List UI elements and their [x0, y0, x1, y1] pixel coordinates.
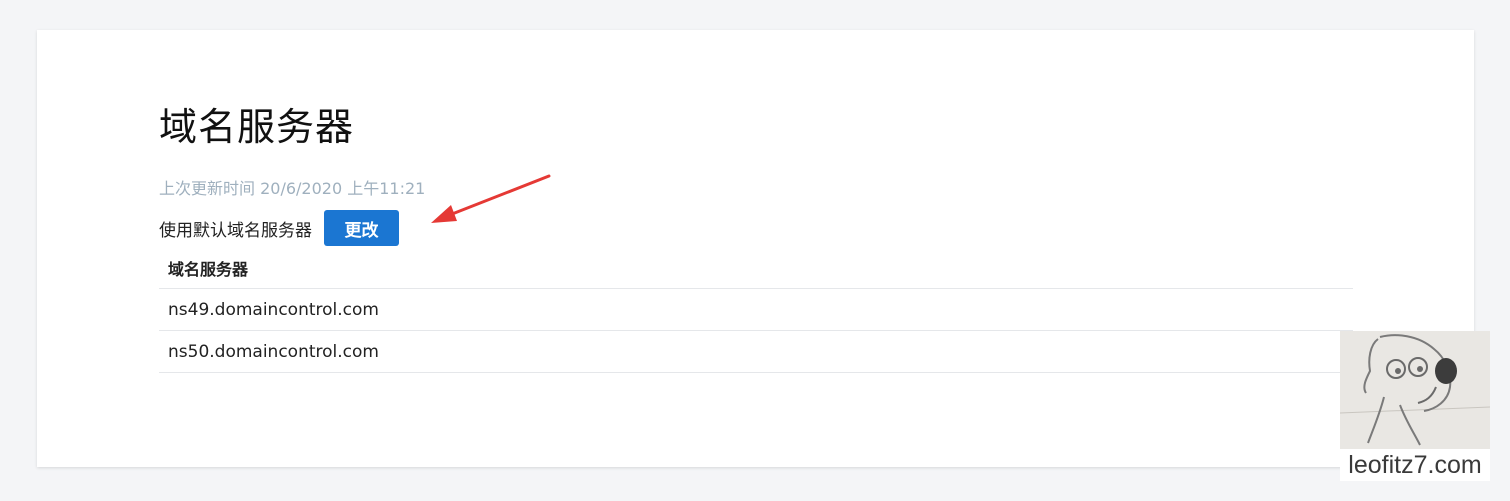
- page-title: 域名服务器: [159, 105, 355, 149]
- nameservers-card: 域名服务器 上次更新时间 20/6/2020 上午11:21 使用默认域名服务器…: [37, 30, 1474, 467]
- table-row: ns50.domaincontrol.com: [159, 330, 1353, 373]
- watermark: leofitz7.com: [1340, 331, 1490, 481]
- default-nameserver-label: 使用默认域名服务器: [159, 220, 312, 241]
- table-header-nameserver: 域名服务器: [159, 248, 1353, 289]
- watermark-text: leofitz7.com: [1340, 449, 1490, 481]
- nameserver-table: 域名服务器 ns49.domaincontrol.com ns50.domain…: [159, 248, 1353, 373]
- annotation-arrow-icon: [431, 174, 551, 223]
- dog-sketch-icon: [1340, 334, 1490, 446]
- last-updated-text: 上次更新时间 20/6/2020 上午11:21: [159, 179, 426, 198]
- change-button[interactable]: 更改: [324, 210, 399, 246]
- default-nameserver-row: 使用默认域名服务器 更改: [159, 210, 399, 246]
- table-row: ns49.domaincontrol.com: [159, 288, 1353, 331]
- table-header-row: 域名服务器: [159, 248, 1353, 289]
- nameserver-cell: ns50.domaincontrol.com: [159, 330, 1353, 373]
- nameserver-cell: ns49.domaincontrol.com: [159, 288, 1353, 331]
